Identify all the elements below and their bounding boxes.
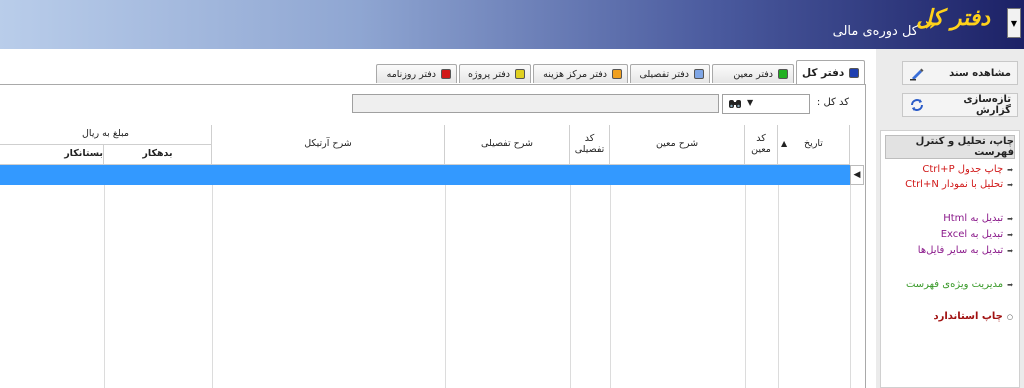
green-square-icon	[778, 69, 788, 79]
tab-project-ledger[interactable]: دفتر پروژه	[459, 64, 531, 83]
chevron-down-icon: ▼	[1010, 18, 1018, 28]
chevron-down-icon: ▼	[747, 98, 754, 107]
tab-cost-center-ledger[interactable]: دفتر مرکز هزینه	[533, 64, 628, 83]
grid-divider	[212, 185, 213, 388]
grid-divider	[445, 185, 446, 388]
grid-divider	[745, 185, 746, 388]
general-code-label: کد کل :	[816, 97, 849, 108]
blue-square-icon	[849, 67, 860, 78]
pen-icon	[910, 68, 924, 81]
row-indicator-icon: ◀	[850, 165, 864, 185]
menu-item-export-excel[interactable]: ➡ تبدیل به Excel	[941, 229, 1013, 240]
arrow-bullet-icon: ➡	[1007, 230, 1013, 239]
lightblue-square-icon	[694, 69, 704, 79]
sort-asc-icon: ▲	[781, 139, 788, 148]
grid-divider	[104, 185, 105, 388]
menu-heading: چاپ، تحلیل و کنترل فهرست	[885, 135, 1015, 159]
col-header-credit[interactable]: بستانکار	[0, 145, 104, 165]
grid-divider	[610, 185, 611, 388]
grid-divider	[778, 185, 779, 388]
arrow-bullet-icon: ➡	[1007, 246, 1013, 255]
menu-item-manage-list[interactable]: ➡ مدیریت ویژه‌ی فهرست	[906, 279, 1013, 290]
red-square-icon	[441, 69, 451, 79]
general-code-search-field[interactable]	[352, 94, 719, 113]
orange-square-icon	[612, 69, 622, 79]
yellow-square-icon	[515, 69, 525, 79]
double-arrow-icon: »	[924, 14, 936, 35]
menu-item-chart-analysis[interactable]: ➡ تحلیل با نمودار Ctrl+N	[905, 179, 1013, 190]
tab-journal-ledger[interactable]: دفتر روزنامه	[376, 64, 457, 83]
general-code-combo[interactable]: ▼	[722, 94, 810, 114]
arrow-bullet-icon: ➡	[1007, 214, 1013, 223]
ledger-grid: تاریخ ▲ کد معین شرح معین کد تفصیلی شرح ت…	[0, 125, 866, 388]
circle-bullet-icon: ○	[1006, 312, 1013, 321]
col-header-date[interactable]: تاریخ	[778, 125, 850, 165]
col-header-tafsili-desc[interactable]: شرح تفصیلی	[445, 125, 570, 165]
col-header-debit[interactable]: بدهکار	[104, 145, 212, 165]
grid-divider	[850, 185, 851, 388]
window-menu-button[interactable]: ▼	[1007, 8, 1021, 38]
col-header-tafsili-code[interactable]: کد تفصیلی	[570, 125, 610, 165]
ledger-tabs: دفتر کل دفتر معین دفتر تفصیلی دفتر مرکز …	[0, 60, 866, 84]
arrow-bullet-icon: ➡	[1007, 180, 1013, 189]
arrow-bullet-icon: ➡	[1007, 165, 1013, 174]
actions-panel: مشاهده سند تازه‌سازی گزارش چاپ، تحلیل و …	[876, 49, 1024, 388]
tab-tafsili-ledger[interactable]: دفتر تفصیلی	[630, 64, 710, 83]
grid-divider	[570, 185, 571, 388]
menu-item-print-table[interactable]: ➡ چاپ جدول Ctrl+P	[922, 164, 1013, 175]
col-header-amount-group: مبلغ به ریال	[0, 125, 212, 145]
export-menu: چاپ، تحلیل و کنترل فهرست ➡ چاپ جدول Ctrl…	[880, 130, 1020, 388]
refresh-report-button[interactable]: تازه‌سازی گزارش	[902, 93, 1018, 117]
tab-general-ledger[interactable]: دفتر کل	[796, 60, 866, 84]
app-header: ▼ دفتر کل » کل دوره‌ی مالی	[0, 0, 1024, 49]
binoculars-icon[interactable]	[728, 98, 742, 110]
ledger-content: کد کل : ▼ تاریخ ▲ کد معین شرح معین کد تف…	[0, 84, 866, 388]
menu-item-export-html[interactable]: ➡ تبدیل به Html	[943, 213, 1013, 224]
view-document-button[interactable]: مشاهده سند	[902, 61, 1018, 85]
refresh-icon	[910, 99, 923, 111]
col-header-moein-code[interactable]: کد معین	[745, 125, 778, 165]
menu-item-standard-print[interactable]: ○ چاپ استاندارد	[933, 311, 1013, 322]
col-header-article-desc[interactable]: شرح آرتیکل	[212, 125, 445, 165]
arrow-bullet-icon: ➡	[1007, 280, 1013, 289]
period-subtitle: کل دوره‌ی مالی	[832, 24, 918, 39]
selected-table-row[interactable]	[0, 165, 850, 185]
tab-moein-ledger[interactable]: دفتر معین	[712, 64, 794, 83]
menu-item-export-other[interactable]: ➡ تبدیل به سایر فایل‌ها	[918, 245, 1013, 256]
col-header-moein-desc[interactable]: شرح معین	[610, 125, 745, 165]
